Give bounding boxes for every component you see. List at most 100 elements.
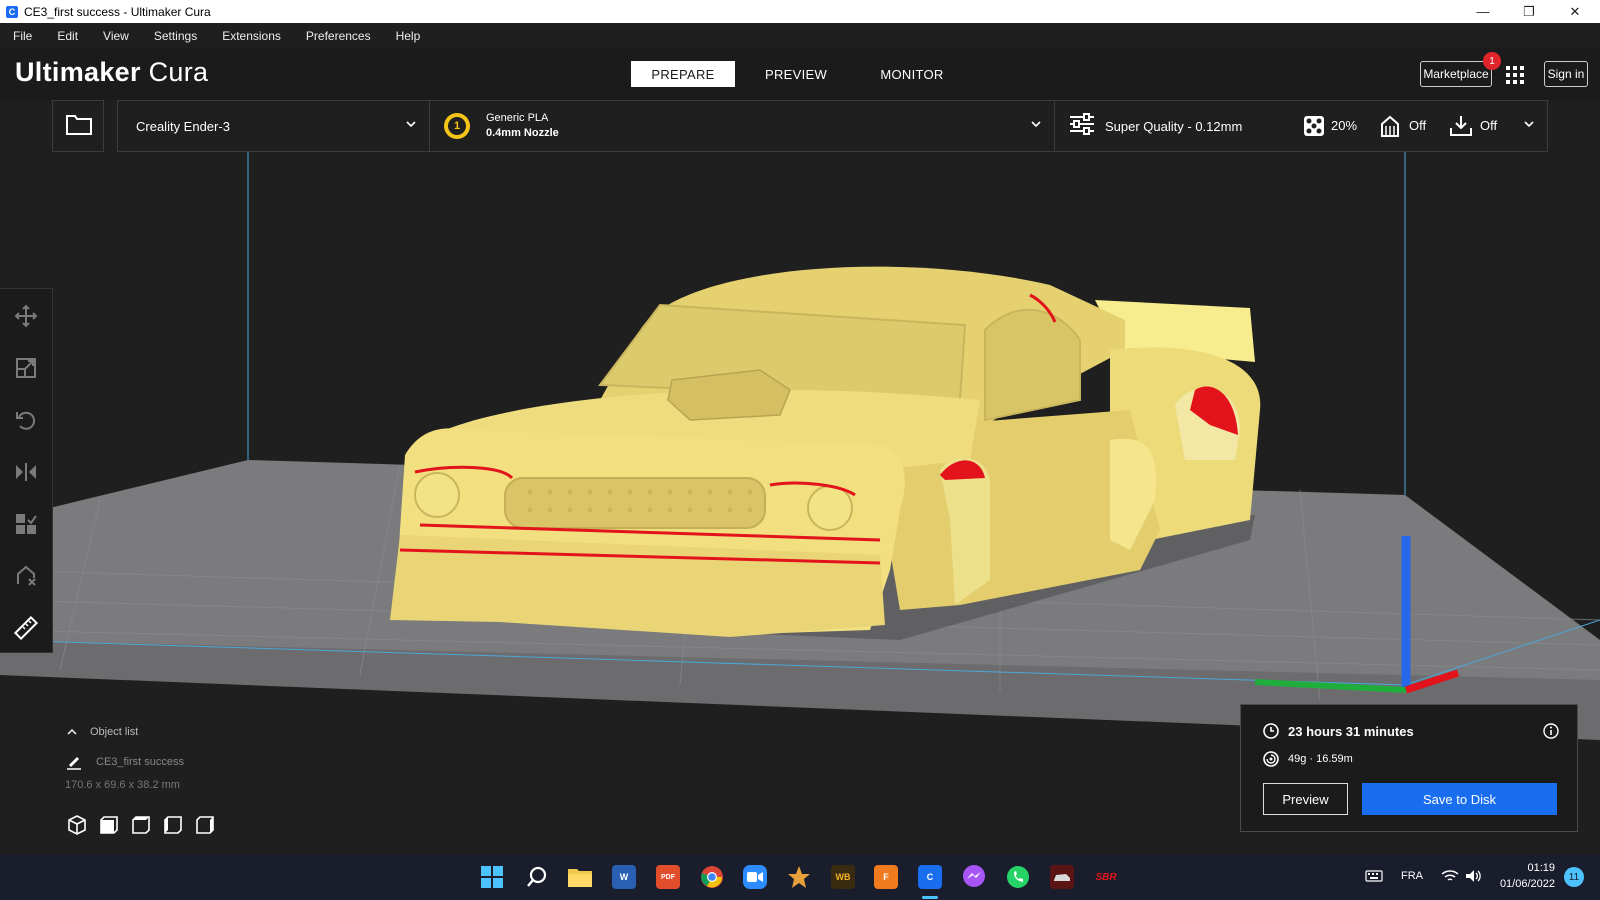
app-logo: Ultimaker Cura: [15, 57, 208, 88]
cura-app-icon: C: [6, 5, 18, 18]
save-to-disk-button[interactable]: Save to Disk: [1362, 783, 1557, 815]
menu-bar: File Edit View Settings Extensions Prefe…: [0, 23, 1600, 48]
fusion-360-icon[interactable]: F: [874, 865, 898, 889]
menu-preferences[interactable]: Preferences: [306, 29, 371, 43]
windows-start-icon[interactable]: [480, 865, 504, 889]
clock[interactable]: 01:19 01/06/2022: [1495, 860, 1555, 892]
infill-icon: [1303, 115, 1325, 142]
view-top-icon[interactable]: [130, 814, 152, 836]
cura-taskbar-icon[interactable]: C: [918, 865, 942, 889]
sign-in-button[interactable]: Sign in: [1544, 61, 1588, 87]
open-file-button[interactable]: [52, 100, 104, 152]
menu-settings[interactable]: Settings: [154, 29, 197, 43]
menu-file[interactable]: File: [13, 29, 32, 43]
nozzle-size: 0.4mm Nozzle: [486, 127, 559, 139]
chevron-down-icon: [1523, 117, 1535, 135]
clock-icon: [1263, 723, 1279, 739]
material-usage-row: 49g · 16.59m: [1263, 751, 1353, 767]
material-usage: 49g · 16.59m: [1288, 753, 1353, 765]
active-app-indicator: [922, 896, 938, 899]
volume-icon[interactable]: [1465, 869, 1483, 888]
preview-button[interactable]: Preview: [1263, 783, 1348, 815]
extruder-icon: 1: [444, 113, 470, 139]
pdf-app-icon[interactable]: PDF: [656, 865, 680, 889]
tab-preview[interactable]: PREVIEW: [746, 61, 846, 87]
support-blocker-icon[interactable]: [13, 563, 39, 589]
view-orientation-buttons: [66, 814, 216, 836]
messenger-icon[interactable]: [962, 865, 986, 889]
view-left-icon[interactable]: [162, 814, 184, 836]
marketplace-badge: 1: [1483, 52, 1501, 70]
clock-time: 01:19: [1527, 862, 1555, 874]
print-settings-selector[interactable]: Super Quality - 0.12mm 20% Off Off: [1054, 100, 1548, 152]
move-tool-icon[interactable]: [13, 303, 39, 329]
info-icon[interactable]: [1543, 723, 1559, 744]
printer-selector[interactable]: Creality Ender-3: [117, 100, 430, 152]
print-time-row: 23 hours 31 minutes: [1263, 723, 1414, 739]
menu-extensions[interactable]: Extensions: [222, 29, 281, 43]
apps-grid-icon[interactable]: [1505, 65, 1525, 85]
word-icon[interactable]: W: [612, 865, 636, 889]
material-name: Generic PLA: [486, 112, 549, 124]
material-info: Generic PLA 0.4mm Nozzle: [486, 111, 559, 141]
restore-button[interactable]: ❐: [1506, 0, 1552, 23]
object-dimensions: 170.6 x 69.6 x 38.2 mm: [65, 779, 180, 791]
tab-prepare[interactable]: PREPARE: [631, 61, 735, 87]
close-button[interactable]: ✕: [1552, 0, 1598, 23]
pencil-icon: [67, 757, 81, 770]
zoom-icon[interactable]: [743, 865, 767, 889]
printer-name: Creality Ender-3: [136, 118, 230, 134]
chevron-down-icon: [1030, 117, 1042, 135]
car-game-icon[interactable]: [1050, 865, 1074, 889]
menu-edit[interactable]: Edit: [57, 29, 78, 43]
whatsapp-icon[interactable]: [1006, 865, 1030, 889]
folder-icon: [66, 113, 92, 140]
measure-tool-icon[interactable]: [13, 615, 39, 641]
spool-icon: [1263, 751, 1279, 767]
sbr-app-icon[interactable]: SBR: [1094, 865, 1118, 889]
support-value: Off: [1409, 118, 1427, 133]
object-list-toggle[interactable]: Object list: [66, 726, 138, 738]
menu-help[interactable]: Help: [396, 29, 421, 43]
clock-date: 01/06/2022: [1499, 878, 1555, 890]
print-time: 23 hours 31 minutes: [1288, 723, 1414, 739]
extruder-selector[interactable]: 1 Generic PLA 0.4mm Nozzle: [429, 100, 1055, 152]
scale-tool-icon[interactable]: [13, 355, 39, 381]
per-model-settings-icon[interactable]: [13, 511, 39, 537]
chevron-down-icon: [405, 117, 417, 135]
starburst-app-icon[interactable]: [787, 865, 811, 889]
support-icon: [1378, 114, 1402, 143]
infill-value: 20%: [1331, 118, 1358, 133]
minimize-button[interactable]: —: [1460, 0, 1506, 23]
wb-app-icon[interactable]: WB: [831, 865, 855, 889]
logo-bold: Ultimaker: [15, 57, 141, 87]
marketplace-button[interactable]: Marketplace: [1420, 61, 1492, 87]
chrome-icon[interactable]: [700, 865, 724, 889]
object-name: CE3_first success: [96, 756, 185, 768]
search-icon[interactable]: [525, 865, 549, 889]
notification-badge[interactable]: 11: [1564, 867, 1584, 887]
wifi-icon[interactable]: [1441, 869, 1459, 888]
tool-panel: [0, 288, 53, 653]
tab-monitor[interactable]: MONITOR: [862, 61, 962, 87]
adhesion-value: Off: [1480, 118, 1498, 133]
sliders-icon: [1069, 112, 1095, 140]
language-indicator[interactable]: FRA: [1401, 870, 1423, 882]
object-list-item[interactable]: CE3_first success: [66, 754, 184, 770]
window-title: CE3_first success - Ultimaker Cura: [24, 4, 211, 19]
chevron-up-icon: [67, 728, 77, 735]
keyboard-icon[interactable]: [1365, 869, 1383, 888]
object-list-title: Object list: [90, 726, 139, 738]
window-titlebar: C CE3_first success - Ultimaker Cura — ❐…: [0, 0, 1600, 23]
taskbar: W PDF WB F C SBR FRA 01:19 01/06/2022 11: [0, 854, 1600, 900]
view-right-icon[interactable]: [194, 814, 216, 836]
menu-view[interactable]: View: [103, 29, 129, 43]
adhesion-icon: [1449, 114, 1473, 143]
view-front-icon[interactable]: [98, 814, 120, 836]
rotate-tool-icon[interactable]: [13, 407, 39, 433]
file-explorer-icon[interactable]: [568, 865, 592, 889]
mirror-tool-icon[interactable]: [13, 459, 39, 485]
extruder-number: 1: [448, 117, 466, 135]
header: Ultimaker Cura PREPARE PREVIEW MONITOR M…: [0, 48, 1600, 100]
view-3d-icon[interactable]: [66, 814, 88, 836]
